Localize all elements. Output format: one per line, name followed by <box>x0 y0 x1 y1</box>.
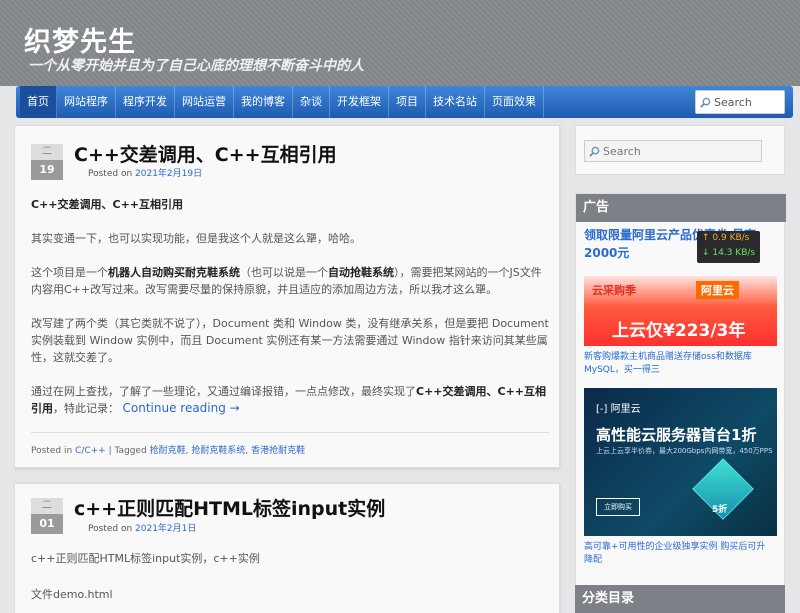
nav-item-web-programs[interactable]: 网站程序 <box>57 86 116 118</box>
buy-now-button[interactable]: 立即购买 <box>596 498 640 516</box>
date-month: 二 <box>31 498 63 514</box>
post-title[interactable]: C++交差调用、C++互相引用 <box>74 140 337 167</box>
nav-item-projects[interactable]: 项目 <box>389 86 426 118</box>
site-description: 一个从零开始并且为了自己心底的理想不断奋斗中的人 <box>28 58 364 74</box>
download-speed: ↓ 14.3 KB/s <box>702 248 756 258</box>
date-day: 01 <box>31 514 63 534</box>
sidebar-search-placeholder: Search <box>603 144 641 158</box>
aliyun-logo: [-] 阿里云 <box>596 404 641 415</box>
banner-promo-label: 云采购季 <box>592 284 636 297</box>
post-paragraph: c++正则匹配HTML标签input实例，c++实例 <box>31 552 260 565</box>
site-header: 织梦先生 一个从零开始并且为了自己心底的理想不断奋斗中的人 <box>0 0 800 86</box>
post-article: 二 01 c++正则匹配HTML标签input实例 Posted on 2021… <box>14 483 560 613</box>
category-widget-title: 分类目录 <box>575 585 785 613</box>
tag-link[interactable]: 抢耐克鞋系统 <box>191 446 245 456</box>
site-title[interactable]: 织梦先生 <box>24 20 136 59</box>
posted-on-label: Posted on <box>88 524 133 534</box>
nav-search-input[interactable]: Search <box>695 90 785 114</box>
post-article: 二 19 C++交差调用、C++互相引用 Posted on 2021年2月19… <box>14 125 560 468</box>
ad-banner-cloud-sale[interactable]: 云采购季 阿里云 上云仅¥223/3年 <box>584 276 777 346</box>
date-month: 二 <box>31 144 63 160</box>
nav-item-operations[interactable]: 网站运营 <box>175 86 234 118</box>
post-paragraph: 这个项目是一个机器人自动购买耐克鞋系统（也可以说是一个自动抢鞋系统），需要把某网… <box>31 266 542 296</box>
main-navigation: 首页 网站程序 程序开发 网站运营 我的博客 杂谈 开发框架 项目 技术名站 页… <box>16 86 793 118</box>
date-badge: 二 01 <box>31 498 63 534</box>
nav-search-placeholder: Search <box>714 95 752 109</box>
nav-item-tech-sites[interactable]: 技术名站 <box>426 86 485 118</box>
post-date-link[interactable]: 2021年2月1日 <box>135 524 196 534</box>
tag-link[interactable]: 抢耐克鞋 <box>150 446 186 456</box>
post-heading: C++交差调用、C++互相引用 <box>31 198 184 211</box>
posted-on-label: Posted on <box>88 169 133 179</box>
search-icon <box>589 146 600 157</box>
post-paragraph: 改写建了两个类（其它类就不说了），Document 类和 Window 类，没有… <box>31 317 549 364</box>
main-content: 二 19 C++交差调用、C++互相引用 Posted on 2021年2月19… <box>14 125 562 613</box>
nav-item-misc[interactable]: 杂谈 <box>293 86 330 118</box>
post-content: C++交差调用、C++互相引用 其实变通一下，也可以实现功能，但是我这个人就是这… <box>31 196 549 434</box>
aliyun-logo: 阿里云 <box>696 281 739 299</box>
post-paragraph: 通过在网上查找，了解了一些理论，又通过编译报错，一点点修改，最终实现了C++交差… <box>31 385 547 415</box>
post-paragraph: 文件demo.html <box>31 588 113 601</box>
tag-link[interactable]: 香港抢耐克鞋 <box>251 446 305 456</box>
upload-speed: ↑ 0.9 KB/s <box>702 233 750 243</box>
nav-item-development[interactable]: 程序开发 <box>116 86 175 118</box>
nav-item-my-blog[interactable]: 我的博客 <box>234 86 293 118</box>
category-link[interactable]: C/C++ <box>75 446 106 456</box>
ad-caption-link[interactable]: 新客购爆款主机商品赠送存储oss和数据库MySQL，买一得三 <box>584 351 774 377</box>
post-date-line: Posted on 2021年2月1日 <box>88 521 196 534</box>
discount-label: 5折 <box>712 505 728 515</box>
network-speed-overlay: ↑ 0.9 KB/s ↓ 14.3 KB/s <box>697 231 760 263</box>
date-badge: 二 19 <box>31 144 63 180</box>
nav-item-frameworks[interactable]: 开发框架 <box>330 86 389 118</box>
banner-main-text: 高性能云服务器首台1折 <box>596 426 757 444</box>
continue-reading-link[interactable]: Continue reading → <box>123 401 240 415</box>
ad-widget: 广告 领取限量阿里云产品优惠券 最高2000元 ↑ 0.9 KB/s ↓ 14.… <box>575 193 786 613</box>
ad-banner-server[interactable]: [-] 阿里云 高性能云服务器首台1折 上云上云享半价券，最大200Gbps内网… <box>584 388 777 536</box>
post-date-link[interactable]: 2021年2月19日 <box>135 169 202 179</box>
post-meta: Posted in C/C++ | Tagged 抢耐克鞋, 抢耐克鞋系统, 香… <box>31 446 306 456</box>
banner-subtext: 上云上云享半价券，最大200Gbps内网带宽，450万PPS <box>596 447 773 455</box>
nav-item-page-effects[interactable]: 页面效果 <box>485 86 544 118</box>
sidebar: Search 广告 领取限量阿里云产品优惠券 最高2000元 ↑ 0.9 KB/… <box>575 125 786 613</box>
date-day: 19 <box>31 160 63 180</box>
ad-caption-link[interactable]: 高可靠+可用性的企业级独享实例 购买后可升降配 <box>584 541 774 567</box>
search-icon <box>700 97 711 108</box>
post-content: c++正则匹配HTML标签input实例，c++实例 文件demo.html <box>31 550 549 613</box>
banner-main-text: 上云仅¥223/3年 <box>612 321 746 341</box>
post-paragraph: 其实变通一下，也可以实现功能，但是我这个人就是这么犟，哈哈。 <box>31 232 361 245</box>
post-divider <box>31 432 549 433</box>
search-widget: Search <box>575 125 785 175</box>
post-date-line: Posted on 2021年2月19日 <box>88 166 202 179</box>
ad-widget-title: 广告 <box>576 194 786 222</box>
nav-item-home[interactable]: 首页 <box>20 86 57 118</box>
post-title[interactable]: c++正则匹配HTML标签input实例 <box>74 494 385 521</box>
sidebar-search-input[interactable]: Search <box>584 140 762 162</box>
